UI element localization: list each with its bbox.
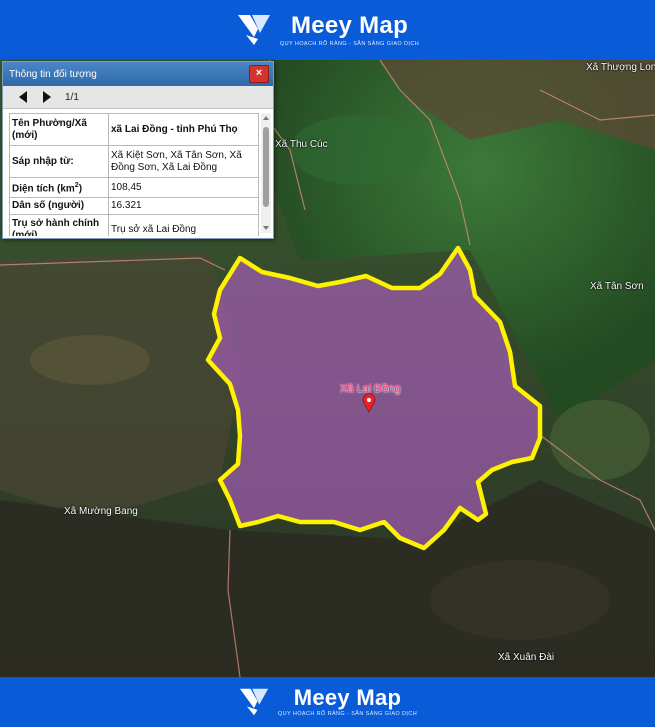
- meey-map-logo-bottom: Meey Map QUY HOẠCH RÕ RÀNG - SẴN SÀNG GI…: [238, 687, 417, 717]
- bottom-brand-bar: Meey Map QUY HOẠCH RÕ RÀNG - SẴN SÀNG GI…: [0, 677, 655, 727]
- table-row: Diện tích (km2) 108,45: [9, 176, 259, 199]
- info-panel-header[interactable]: Thông tin đối tượng ×: [3, 62, 273, 86]
- info-scrollbar[interactable]: [261, 113, 271, 233]
- row-value: Xã Kiệt Sơn, Xã Tân Sơn, Xã Đồng Sơn, Xã…: [108, 145, 259, 178]
- label-muong-bang: Xã Mường Bang: [64, 506, 138, 517]
- row-key-text: Diện tích (km: [12, 183, 75, 195]
- row-value: xã Lai Đồng - tỉnh Phú Thọ: [108, 113, 259, 146]
- top-brand-bar: Meey Map QUY HOẠCH RÕ RÀNG - SẴN SÀNG GI…: [0, 0, 655, 60]
- label-thuong-long: Xã Thượng Long: [586, 62, 655, 73]
- info-panel-title: Thông tin đối tượng: [9, 68, 97, 80]
- row-value: 108,45: [108, 176, 259, 199]
- meey-map-logo: Meey Map QUY HOẠCH RÕ RÀNG - SẴN SÀNG GI…: [236, 13, 419, 47]
- next-button[interactable]: [35, 87, 59, 107]
- scroll-down-icon[interactable]: [263, 226, 269, 230]
- brand-name: Meey Map: [293, 685, 402, 710]
- row-key-close: ): [78, 183, 83, 195]
- close-button[interactable]: ×: [249, 65, 269, 83]
- prev-button[interactable]: [11, 87, 35, 107]
- row-value: 16.321: [108, 197, 259, 216]
- scroll-up-icon[interactable]: [263, 116, 269, 120]
- label-xuan-dai: Xã Xuân Đài: [498, 652, 555, 663]
- table-row: Dân số (người) 16.321: [9, 197, 259, 216]
- triangle-right-icon: [43, 91, 51, 103]
- info-panel-body[interactable]: Tên Phường/Xã (mới) xã Lai Đồng - tỉnh P…: [3, 109, 273, 236]
- table-row: Tên Phường/Xã (mới) xã Lai Đồng - tỉnh P…: [9, 113, 259, 146]
- row-key: Tên Phường/Xã (mới): [9, 113, 109, 146]
- triangle-left-icon: [19, 91, 27, 103]
- row-key: Diện tích (km2): [9, 176, 109, 199]
- scroll-thumb[interactable]: [263, 127, 269, 207]
- brand-tagline: QUY HOẠCH RÕ RÀNG - SẴN SÀNG GIAO DỊCH: [279, 41, 420, 47]
- info-table: Tên Phường/Xã (mới) xã Lai Đồng - tỉnh P…: [9, 113, 259, 236]
- row-key: Sáp nhập từ:: [9, 145, 109, 178]
- label-tan-son: Xã Tân Sơn: [590, 281, 644, 292]
- page-indicator: 1/1: [65, 91, 79, 103]
- brand-tagline: QUY HOẠCH RÕ RÀNG - SẴN SÀNG GIAO DỊCH: [277, 711, 418, 717]
- row-value: Trụ sở xã Lai Đồng: [108, 214, 259, 236]
- brand-name: Meey Map: [290, 12, 409, 39]
- table-row: Sáp nhập từ: Xã Kiệt Sơn, Xã Tân Sơn, Xã…: [9, 145, 259, 178]
- label-thu-cuc: Xã Thu Cúc: [275, 139, 328, 150]
- logo-icon: [239, 688, 269, 716]
- row-key: Trụ sở hành chính (mới): [9, 214, 109, 236]
- object-info-panel: Thông tin đối tượng × 1/1 Tên Phường/Xã …: [2, 61, 274, 239]
- location-pin-icon[interactable]: [362, 393, 376, 413]
- logo-icon: [237, 15, 270, 45]
- table-row: Trụ sở hành chính (mới) Trụ sở xã Lai Đồ…: [9, 214, 259, 236]
- row-key: Dân số (người): [9, 197, 109, 216]
- info-panel-pager: 1/1: [3, 86, 273, 109]
